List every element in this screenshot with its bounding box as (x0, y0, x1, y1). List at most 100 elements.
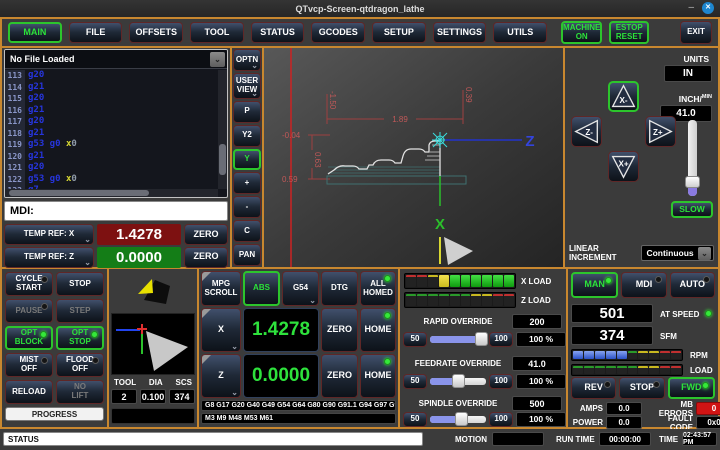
gcode-line[interactable]: 122g53 g0 x0 (5, 174, 218, 186)
zero-z-button[interactable]: ZERO (184, 247, 228, 268)
backplot-view[interactable]: 1.89 -1.50 0.39 -0.04 0.59 0.63 (264, 48, 563, 267)
tab-tool[interactable]: TOOL (190, 22, 244, 43)
mpg-scroll-button[interactable]: MPG SCROLL (201, 271, 241, 306)
mode-man-button[interactable]: MAN (571, 272, 618, 298)
gcode-listing[interactable]: 113g20114g21115g20116g21117g20118g21119g… (5, 70, 218, 189)
gcode-line[interactable]: 119g53 g0 x0 (5, 139, 218, 151)
zero-x-button[interactable]: ZERO (184, 224, 228, 245)
feedrate-min-button[interactable]: 50 (403, 374, 427, 389)
loaded-file-combo[interactable]: No File Loaded ⌄ (5, 50, 227, 69)
led-indicator (605, 277, 612, 284)
spindle-rev-button[interactable]: REV (571, 377, 616, 399)
step-button[interactable]: STEP (56, 299, 104, 323)
rapid-override-slider[interactable] (430, 336, 486, 343)
view-pan-button[interactable]: PAN (233, 244, 261, 266)
mode-auto-button[interactable]: AUTO (670, 272, 715, 298)
view-y-button[interactable]: Y (233, 149, 261, 171)
tab-file[interactable]: FILE (69, 22, 123, 43)
tab-offsets[interactable]: OFFSETS (129, 22, 183, 43)
rapid-min-button[interactable]: 50 (403, 332, 427, 347)
g54-button[interactable]: G54⌄ (282, 271, 319, 306)
bar-segment (406, 275, 416, 287)
machine-on-button[interactable]: MACHINE ON (561, 21, 602, 44)
view-p-button[interactable]: P (233, 101, 261, 123)
opt-stop-button[interactable]: OPT STOP (56, 326, 104, 350)
amps-value: 0.0 (606, 402, 642, 415)
all-homed-button[interactable]: ALL HOMED (360, 271, 396, 306)
tab-settings[interactable]: SETTINGS (433, 22, 487, 43)
spindle-override-slider[interactable] (430, 416, 486, 423)
jog-rate-slider[interactable] (688, 120, 697, 196)
spindle-min-button[interactable]: 50 (403, 412, 427, 427)
dtg-button[interactable]: DTG (321, 271, 358, 306)
gcode-line[interactable]: 117g20 (5, 116, 218, 128)
mode-mdi-button[interactable]: MDI (621, 272, 666, 298)
estop-reset-button[interactable]: ESTOP RESET (609, 21, 649, 44)
gcode-line[interactable]: 118g21 (5, 128, 218, 140)
axis-z-button[interactable]: Z⌄ (201, 354, 241, 398)
bar-segment (428, 294, 438, 306)
bar-segment (606, 366, 616, 374)
mist-button[interactable]: MIST OFF (5, 353, 53, 377)
slider-handle[interactable] (685, 176, 700, 188)
slider-handle[interactable] (452, 374, 465, 388)
zero-z-dro-button[interactable]: ZERO (321, 354, 358, 398)
rapid-max-button[interactable]: 100 (489, 332, 513, 347)
vertical-scrollbar[interactable] (218, 70, 227, 189)
gcode-line[interactable]: 120g21 (5, 151, 218, 163)
view-clear-button[interactable]: C (233, 220, 261, 242)
gcode-line[interactable]: 113g20 (5, 70, 218, 82)
jog-x-minus-button[interactable]: X- (608, 81, 639, 112)
home-z-button[interactable]: HOME (360, 354, 396, 398)
tab-main[interactable]: MAIN (8, 22, 62, 43)
view-y2-button[interactable]: Y2 (233, 125, 261, 147)
jog-z-plus-button[interactable]: Z+ (645, 116, 676, 147)
slider-handle[interactable] (455, 412, 468, 426)
tab-utils[interactable]: UTILS (493, 22, 547, 43)
abs-button[interactable]: ABS (243, 271, 280, 306)
spindle-stop-button[interactable]: STOP (619, 377, 664, 399)
jog-z-minus-button[interactable]: Z- (571, 116, 602, 147)
gcode-line[interactable]: 116g21 (5, 105, 218, 117)
gcode-line[interactable]: 115g20 (5, 93, 218, 105)
flood-button[interactable]: FLOOD OFF (56, 353, 104, 377)
spindle-max-button[interactable]: 100 (489, 412, 513, 427)
pause-button[interactable]: PAUSE (5, 299, 53, 323)
stop-button[interactable]: STOP (56, 272, 104, 296)
spindle-fwd-button[interactable]: FWD (668, 377, 715, 399)
view-user-view-button[interactable]: USER VIEW⌄ (233, 73, 261, 99)
tab-setup[interactable]: SETUP (372, 22, 426, 43)
gcode-line[interactable]: 114g21 (5, 82, 218, 94)
reload-button[interactable]: RELOAD (5, 380, 53, 404)
zero-x-dro-button[interactable]: ZERO (321, 308, 358, 352)
motion-label: MOTION (455, 435, 487, 444)
no-lift-button[interactable]: NO LIFT (56, 380, 104, 404)
spindle-panel: MAN MDI AUTO 501 AT SPEED 374 SFM RPM LO… (568, 269, 718, 427)
horizontal-scrollbar[interactable] (5, 189, 218, 197)
mdi-input[interactable]: MDI: (4, 201, 228, 221)
feedrate-max-button[interactable]: 100 (489, 374, 513, 389)
temp-ref-x-button[interactable]: TEMP REF: X⌄ (4, 224, 94, 245)
gcode-token: g20 (25, 116, 44, 128)
close-icon[interactable]: ✕ (702, 2, 714, 14)
zoom-in-button[interactable]: + (233, 172, 261, 194)
tab-gcodes[interactable]: GCODES (311, 22, 365, 43)
linear-increment-select[interactable]: Continuous ⌄ (641, 245, 714, 261)
jog-x-plus-button[interactable]: X+ (608, 151, 639, 182)
exit-button[interactable]: EXIT (680, 21, 712, 44)
cycle-start-button[interactable]: CYCLE START (5, 272, 53, 296)
chevron-down-icon[interactable]: ⌄ (210, 52, 225, 67)
slow-button[interactable]: SLOW (671, 201, 713, 218)
gcode-token: 0 (71, 139, 76, 151)
minimize-icon[interactable]: – (688, 2, 694, 14)
view-optn-button[interactable]: OPTN⌄ (233, 49, 261, 71)
feedrate-override-slider[interactable] (430, 378, 486, 385)
temp-ref-z-button[interactable]: TEMP REF: Z⌄ (4, 247, 94, 268)
gcode-line[interactable]: 121g20 (5, 162, 218, 174)
home-x-button[interactable]: HOME (360, 308, 396, 352)
slider-handle[interactable] (475, 332, 488, 346)
tab-status[interactable]: STATUS (251, 22, 305, 43)
opt-block-button[interactable]: OPT BLOCK (5, 326, 53, 350)
axis-x-button[interactable]: X⌄ (201, 308, 241, 352)
zoom-out-button[interactable]: - (233, 196, 261, 218)
